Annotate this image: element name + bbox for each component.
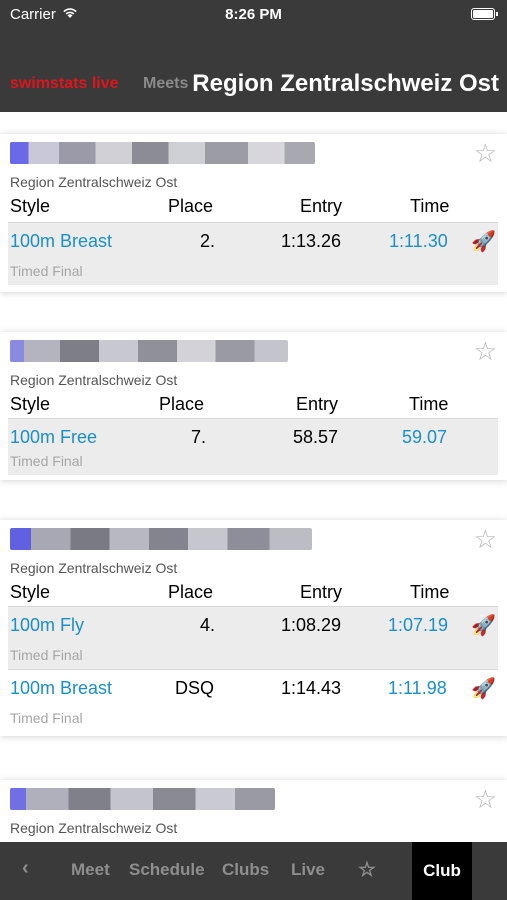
region-label: Region Zentralschweiz Ost	[10, 174, 178, 190]
favorite-star-icon[interactable]: ☆	[474, 524, 497, 555]
region-label: Region Zentralschweiz Ost	[10, 560, 178, 576]
favorite-star-icon[interactable]: ☆	[474, 784, 497, 815]
meets-link[interactable]: Meets	[143, 75, 188, 93]
swimmer-card: ☆ Region Zentralschweiz Ost Style Place …	[0, 332, 507, 480]
swimmer-card: ☆ Region Zentralschweiz Ost Style Place …	[0, 134, 507, 292]
result-style[interactable]: 100m Breast	[10, 678, 112, 699]
region-label: Region Zentralschweiz Ost	[10, 372, 178, 388]
battery-icon	[471, 8, 498, 20]
header-entry: Entry	[300, 196, 343, 216]
result-entry: 1:13.26	[281, 231, 342, 251]
result-row[interactable]: 100m Breast DSQ 1:14.43 1:11.98 🚀 Timed …	[8, 670, 498, 732]
swimmer-name-blurred	[10, 142, 315, 164]
results-header: Style Place Entry Time	[0, 196, 507, 220]
result-style[interactable]: 100m Breast	[10, 231, 112, 252]
result-entry: 1:14.43	[281, 678, 342, 698]
rocket-icon: 🚀	[471, 231, 496, 253]
result-round: Timed Final	[10, 263, 83, 279]
header-entry: Entry	[296, 394, 339, 414]
result-time: 1:07.19	[388, 615, 449, 635]
header-place: Place	[168, 582, 214, 602]
header-style: Style	[10, 394, 51, 414]
result-time: 1:11.30	[389, 231, 448, 251]
swimmer-name-blurred	[10, 340, 288, 362]
result-place: 4.	[200, 615, 216, 635]
result-place: 2.	[200, 231, 216, 251]
status-bar: Carrier 8:26 PM	[0, 6, 507, 24]
swimmer-name-blurred	[10, 528, 312, 550]
result-entry: 1:08.29	[281, 615, 342, 635]
bottom-tab-bar: ‹ Meet Schedule Clubs Live ☆ Club	[0, 842, 507, 900]
rocket-icon: 🚀	[471, 678, 496, 700]
result-row[interactable]: 100m Fly 4. 1:08.29 1:07.19 🚀 Timed Fina…	[8, 607, 498, 669]
back-chevron-icon[interactable]: ‹	[22, 857, 29, 880]
favorite-star-icon[interactable]: ☆	[474, 138, 497, 169]
swimmer-card: ☆ Region Zentralschweiz Ost Style Place …	[0, 520, 507, 736]
header-time: Time	[410, 582, 450, 602]
result-entry: 58.57	[293, 427, 339, 447]
rocket-icon: 🚀	[471, 615, 496, 637]
top-bar: Carrier 8:26 PM swimstats live Meets Reg…	[0, 0, 507, 112]
result-row[interactable]: 100m Breast 2. 1:13.26 1:11.30 🚀 Timed F…	[8, 223, 498, 285]
page-title: Region Zentralschweiz Ost	[192, 70, 499, 97]
result-row[interactable]: 100m Free 7. 58.57 59.07 Timed Final	[8, 419, 498, 475]
header-time: Time	[410, 196, 450, 216]
result-round: Timed Final	[10, 710, 83, 726]
swimmer-name-blurred	[10, 788, 275, 810]
header-style: Style	[10, 196, 51, 216]
tab-live[interactable]: Live	[291, 860, 325, 880]
results-list[interactable]: ☆ Region Zentralschweiz Ost Style Place …	[0, 112, 507, 842]
clock: 8:26 PM	[225, 6, 282, 23]
tab-clubs[interactable]: Clubs	[222, 860, 269, 880]
result-round: Timed Final	[10, 647, 83, 663]
result-place: DSQ	[175, 678, 215, 698]
result-style[interactable]: 100m Fly	[10, 615, 84, 636]
results-header: Style Place Entry Time	[0, 394, 507, 418]
header-entry: Entry	[300, 582, 343, 602]
swimmer-card: ☆ Region Zentralschweiz Ost	[0, 780, 507, 842]
result-place: 7.	[191, 427, 207, 447]
result-time: 1:11.98	[388, 678, 447, 698]
header-place: Place	[159, 394, 205, 414]
results-header: Style Place Entry Time	[0, 582, 507, 606]
header-time: Time	[409, 394, 449, 414]
region-label: Region Zentralschweiz Ost	[10, 820, 178, 836]
tab-meet[interactable]: Meet	[71, 860, 110, 880]
result-style[interactable]: 100m Free	[10, 427, 97, 448]
result-time: 59.07	[402, 427, 448, 447]
result-round: Timed Final	[10, 453, 83, 469]
header-place: Place	[168, 196, 214, 216]
tab-schedule[interactable]: Schedule	[129, 860, 205, 880]
nav-bar: swimstats live Meets Region Zentralschwe…	[0, 60, 507, 108]
header-style: Style	[10, 582, 51, 602]
tab-club[interactable]: Club	[412, 842, 472, 900]
brand-logo[interactable]: swimstats live	[10, 75, 119, 93]
favorite-star-icon[interactable]: ☆	[474, 336, 497, 367]
